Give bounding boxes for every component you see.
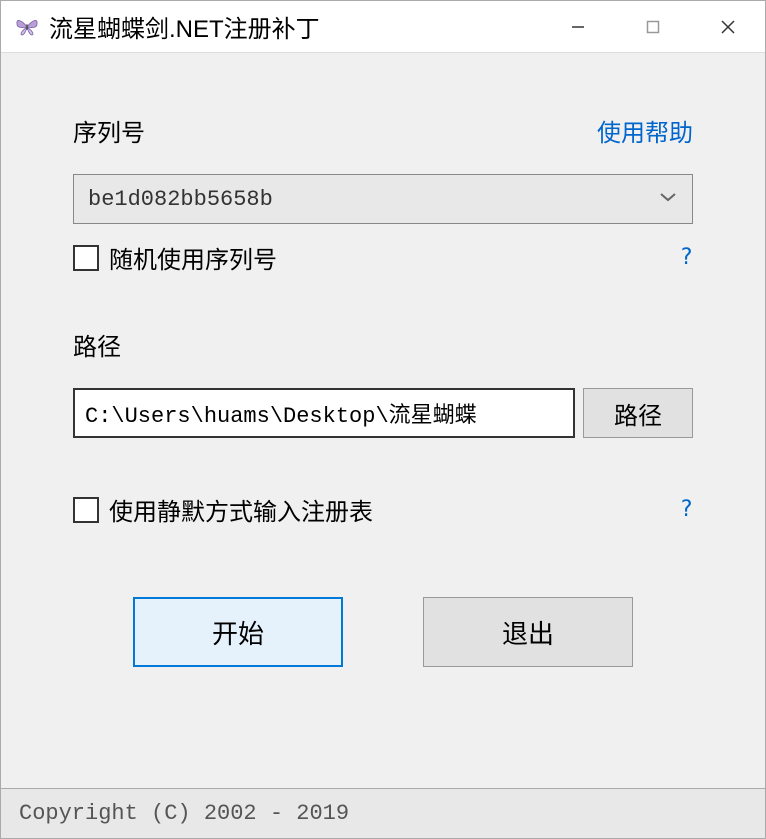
browse-button[interactable]: 路径 <box>583 388 693 438</box>
copyright-text: Copyright (C) 2002 - 2019 <box>19 801 349 826</box>
footer: Copyright (C) 2002 - 2019 <box>1 788 765 838</box>
silent-mode-checkbox[interactable] <box>73 497 99 523</box>
start-button[interactable]: 开始 <box>133 597 343 667</box>
app-window: 流星蝴蝶剑.NET注册补丁 序列号 使用帮助 be1d082bb5658b <box>0 0 766 839</box>
silent-mode-label: 使用静默方式输入注册表 <box>109 492 373 527</box>
exit-button[interactable]: 退出 <box>423 597 633 667</box>
content-area: 序列号 使用帮助 be1d082bb5658b 随机使用序列号 ? 路径 C:\… <box>1 53 765 788</box>
serial-combobox[interactable]: be1d082bb5658b <box>73 174 693 224</box>
minimize-button[interactable] <box>540 1 615 52</box>
path-input[interactable]: C:\Users\huams\Desktop\流星蝴蝶 <box>73 388 575 438</box>
serial-help-icon[interactable]: ? <box>680 245 693 270</box>
titlebar: 流星蝴蝶剑.NET注册补丁 <box>1 1 765 53</box>
window-title: 流星蝴蝶剑.NET注册补丁 <box>49 9 540 44</box>
help-link[interactable]: 使用帮助 <box>597 113 693 148</box>
window-controls <box>540 1 765 52</box>
random-serial-checkbox[interactable] <box>73 245 99 271</box>
serial-value: be1d082bb5658b <box>88 187 658 212</box>
chevron-down-icon <box>658 189 678 209</box>
random-serial-label: 随机使用序列号 <box>109 240 277 275</box>
maximize-button[interactable] <box>615 1 690 52</box>
butterfly-icon <box>13 13 41 41</box>
close-button[interactable] <box>690 1 765 52</box>
silent-help-icon[interactable]: ? <box>680 497 693 522</box>
serial-label: 序列号 <box>73 113 145 148</box>
path-label: 路径 <box>73 327 121 362</box>
